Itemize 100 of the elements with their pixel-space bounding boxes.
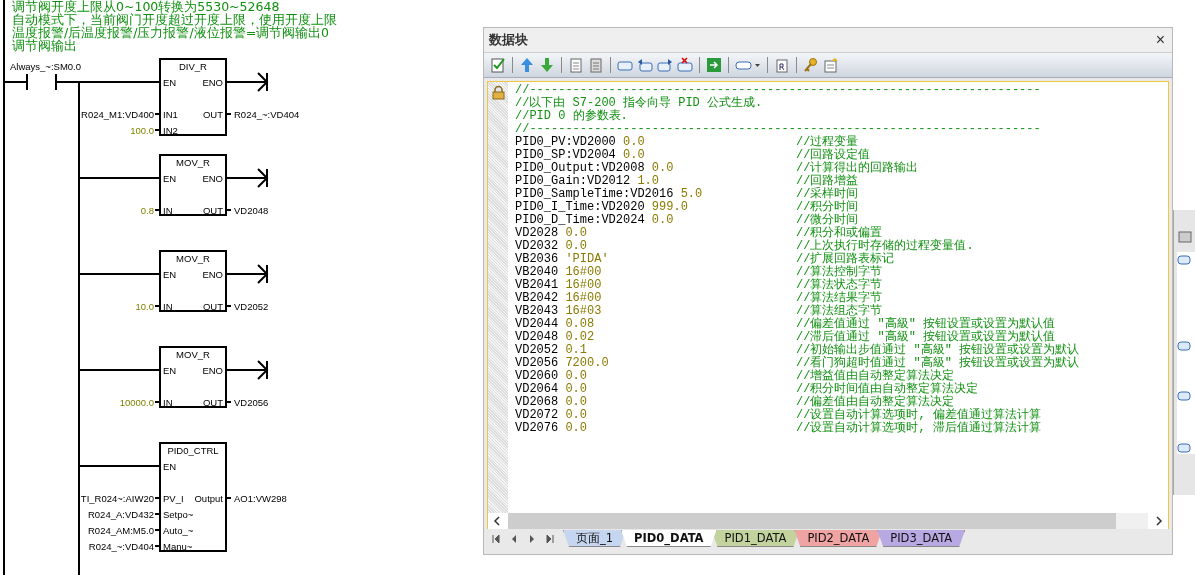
variable-address: VD2064	[515, 382, 559, 396]
window-title: 数据块	[489, 31, 528, 49]
variable-value: 0.0	[565, 226, 588, 240]
code-comment: //回路设定值	[796, 149, 871, 162]
block-icon	[1177, 254, 1191, 266]
network-comment: 调节阀开度上限从0~100转换为5530~52648	[12, 0, 280, 14]
pin-label: Auto_~	[163, 525, 194, 536]
function-block[interactable]	[159, 346, 227, 408]
network-comment: 调节阀输出	[12, 38, 77, 53]
variable-value: 16#00	[565, 291, 602, 305]
code-comment: //采样时间	[796, 188, 859, 201]
pin-label: IN	[163, 397, 173, 408]
block-title: MOV_R	[176, 157, 210, 168]
output-coil-arrow	[226, 168, 269, 188]
variable-value: 16#00	[565, 265, 602, 279]
scroll-right-icon[interactable]	[1154, 516, 1164, 526]
function-block[interactable]	[159, 250, 227, 312]
code-comment: //设置自动计算选项时, 偏差值通过算法计算	[796, 409, 1041, 422]
variable-address: VD2052	[515, 343, 559, 357]
pin-label: OUT	[202, 205, 223, 216]
delete-icon[interactable]	[677, 57, 693, 73]
left-arrow-icon[interactable]	[637, 57, 653, 73]
operand: R024_~:VD404	[234, 109, 300, 120]
checklist-icon[interactable]	[490, 57, 506, 73]
document-icon[interactable]	[774, 57, 790, 73]
variable-value: 0.0	[651, 161, 674, 175]
last-page-icon[interactable]	[545, 533, 555, 544]
pin-label: IN2	[163, 125, 178, 136]
function-block[interactable]	[159, 58, 227, 136]
variable-address: PID0_D_Time:VD2024	[515, 213, 645, 227]
block-title: MOV_R	[176, 253, 210, 264]
code-editor[interactable]	[487, 81, 1169, 513]
variable-address: PID0_Output:VD2008	[515, 161, 645, 175]
variable-value: 5.0	[680, 187, 703, 201]
variable-address: PID0_Gain:VD2012	[515, 174, 631, 188]
contact-label: Always_~:SM0.0	[10, 61, 82, 72]
pin-label: EN	[163, 77, 177, 88]
pin-label: ENO	[202, 365, 223, 376]
variable-value: 0.0	[623, 135, 645, 149]
block-icon	[1177, 442, 1191, 454]
operand: 10.0	[135, 301, 154, 312]
pin-label: ENO	[202, 269, 223, 280]
variable-address: VD2060	[515, 369, 559, 383]
code-comment: //积分时间	[796, 201, 859, 214]
operand: VD2048	[234, 205, 269, 216]
variable-value: 0.08	[565, 317, 595, 331]
variable-value: 0.0	[623, 148, 645, 162]
pin-label: OUT	[202, 397, 223, 408]
variable-address: VD2076	[515, 421, 559, 435]
variable-value: 7200.0	[565, 356, 609, 370]
properties-icon[interactable]	[823, 57, 839, 73]
variable-address: VB2036	[515, 252, 559, 266]
operand: R024_M1:VD400	[81, 109, 154, 120]
pin-label: IN1	[163, 109, 178, 120]
block-title: PID0_CTRL	[167, 445, 219, 456]
variable-address: PID0_I_Time:VD2020	[515, 200, 645, 214]
down-arrow-icon[interactable]	[539, 57, 555, 73]
up-arrow-icon[interactable]	[519, 57, 535, 73]
variable-address: VD2068	[515, 395, 559, 409]
first-page-icon[interactable]	[491, 533, 501, 544]
scroll-left-icon[interactable]	[492, 516, 502, 526]
variable-value: 1.0	[637, 174, 660, 188]
close-button[interactable]: ×	[1152, 32, 1168, 48]
function-block[interactable]	[159, 442, 227, 552]
operand: 100.0	[130, 125, 154, 136]
code-comment: //微分时间	[796, 214, 859, 227]
sheet-tab[interactable]: PID3_DATA	[877, 530, 966, 547]
right-arrow-icon[interactable]	[657, 57, 673, 73]
go-icon[interactable]	[706, 57, 722, 73]
code-comment: //-----------------------------------------------------------------------	[515, 83, 1041, 97]
document-icon[interactable]	[568, 57, 584, 73]
output-coil-arrow	[226, 360, 269, 380]
variable-address: VD2048	[515, 330, 559, 344]
code-comment: //计算得出的回路输出	[796, 162, 919, 175]
variable-value: 16#00	[565, 278, 602, 292]
code-comment: //PID 0 的参数表.	[515, 109, 628, 123]
function-block[interactable]	[159, 154, 227, 216]
variable-address: VD2044	[515, 317, 559, 331]
variable-address: PID0_SampleTime:VD2016	[515, 187, 674, 201]
pin-label: ENO	[202, 77, 223, 88]
variable-value: 16#03	[565, 304, 602, 318]
network-comment: 温度报警/后温度报警/压力报警/液位报警=调节阀输出0	[12, 25, 330, 40]
sheet-tab[interactable]: PID0_DATA	[621, 530, 717, 547]
pin-label: Setpo~	[163, 509, 194, 520]
next-page-icon[interactable]	[527, 533, 537, 544]
operand: VD2056	[234, 397, 269, 408]
variable-value: 0.0	[651, 213, 674, 227]
code-comment: //偏差值通过 "高級" 按钮设置或设置为默认值	[796, 318, 1056, 331]
variable-address: VB2041	[515, 278, 559, 292]
pin-label: Output	[194, 493, 223, 504]
pin-label: ENO	[202, 173, 223, 184]
output-coil-arrow	[226, 264, 269, 284]
variable-address: PID0_SP:VD2004	[515, 148, 616, 162]
key-icon[interactable]	[803, 57, 819, 73]
variable-value: 0.0	[565, 408, 588, 422]
code-comment: //回路增益	[796, 175, 859, 188]
operand: 0.8	[140, 205, 154, 216]
horizontal-scrollbar[interactable]	[487, 513, 1169, 529]
output-coil-arrow	[226, 72, 269, 92]
pin-label: OUT	[202, 301, 223, 312]
